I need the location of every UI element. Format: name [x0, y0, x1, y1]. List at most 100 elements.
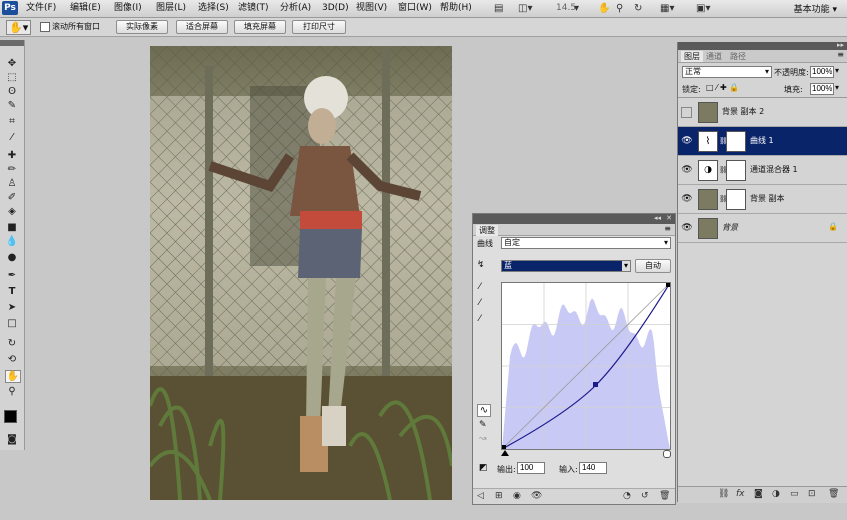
menu-window[interactable]: 窗口(W) — [398, 2, 432, 15]
pen-tool-icon[interactable]: ✒ — [5, 270, 19, 281]
zoom-tool-icon[interactable]: ⚲ — [5, 386, 19, 397]
visibility-eye-icon[interactable]: 👁 — [681, 136, 693, 146]
print-size-button[interactable]: 打印尺寸 — [292, 20, 346, 34]
link-layers-icon[interactable]: ⛓ — [718, 489, 729, 499]
chevron-down-icon[interactable]: ▾ — [574, 2, 579, 15]
blend-mode-select[interactable]: 正常 ▾ — [682, 66, 772, 78]
auto-button[interactable]: 自动 — [635, 259, 671, 273]
menu-layer[interactable]: 图层(L) — [156, 2, 186, 15]
tool-preset-picker[interactable]: ✋▾ — [6, 20, 32, 35]
menu-file[interactable]: 文件(F) — [26, 2, 56, 15]
visibility-eye-icon[interactable]: 👁 — [681, 165, 693, 175]
gradient-tool-icon[interactable]: ■ — [5, 222, 19, 233]
layer-row[interactable]: 👁 ⛓ 背景 副本 — [678, 185, 847, 214]
delete-icon[interactable]: 🗑 — [659, 491, 670, 501]
history-brush-icon[interactable]: ✐ — [5, 192, 19, 203]
white-input-slider[interactable] — [663, 450, 671, 458]
rotate-view-icon[interactable]: ↻ — [634, 2, 642, 15]
scroll-all-windows-checkbox[interactable] — [40, 22, 50, 32]
menu-3d[interactable]: 3D(D) — [322, 2, 349, 15]
marquee-tool-icon[interactable]: ⬚ — [5, 72, 19, 83]
lasso-tool-icon[interactable]: ʘ — [5, 86, 19, 97]
tab-layers[interactable]: 图层 — [681, 51, 703, 62]
lock-icons[interactable]: □ ⁄ ✚ 🔒 — [706, 83, 739, 92]
crop-tool-icon[interactable]: ⌗ — [5, 116, 19, 127]
path-select-icon[interactable]: ➤ — [5, 302, 19, 313]
channel-select[interactable]: 蓝 ▾ — [501, 260, 631, 272]
panel-menu-icon[interactable]: ≡ — [837, 50, 844, 59]
quick-select-icon[interactable]: ✎ — [5, 100, 19, 111]
fit-screen-button[interactable]: 适合屏幕 — [176, 20, 228, 34]
hand-tool-icon[interactable]: ✋ — [5, 370, 21, 383]
visibility-eye-icon[interactable]: 👁 — [681, 223, 693, 233]
preset-select[interactable]: 自定 ▾ — [501, 237, 671, 249]
menu-help[interactable]: 帮助(H) — [440, 2, 472, 15]
bridge-icon[interactable]: ▤ — [494, 2, 503, 15]
dodge-tool-icon[interactable]: ● — [5, 252, 19, 263]
new-adjustment-icon[interactable]: ◑ — [772, 489, 780, 499]
menu-analysis[interactable]: 分析(A) — [280, 2, 311, 15]
gray-point-eyedropper-icon[interactable]: ⁄ — [479, 298, 481, 308]
pencil-draw-icon[interactable]: ✎ — [479, 420, 487, 430]
workspace-switcher[interactable]: 基本功能 ▾ — [794, 2, 837, 15]
document-canvas[interactable] — [150, 46, 452, 500]
back-arrow-icon[interactable]: ◁ — [477, 491, 484, 501]
eraser-tool-icon[interactable]: ◈ — [5, 206, 19, 217]
3d-rotate-icon[interactable]: ↻ — [5, 338, 19, 349]
tab-paths[interactable]: 路径 — [730, 51, 746, 62]
fill-screen-button[interactable]: 填充屏幕 — [234, 20, 286, 34]
brush-tool-icon[interactable]: ✏ — [5, 164, 19, 175]
blur-tool-icon[interactable]: 💧 — [5, 236, 19, 247]
targeted-adjust-icon[interactable]: ↯ — [477, 260, 485, 270]
menu-select[interactable]: 选择(S) — [198, 2, 229, 15]
move-tool-icon[interactable]: ✥ — [5, 58, 19, 69]
menu-image[interactable]: 图像(I) — [114, 2, 142, 15]
fill-field[interactable] — [810, 83, 834, 95]
layer-style-icon[interactable]: fx — [736, 489, 745, 499]
new-layer-icon[interactable]: ⊡ — [808, 489, 816, 499]
close-icon[interactable]: ✕ — [666, 214, 672, 222]
opacity-field[interactable] — [810, 66, 834, 78]
previous-state-icon[interactable]: ◔ — [623, 491, 631, 501]
healing-brush-icon[interactable]: ✚ — [5, 150, 19, 161]
clip-layer-icon[interactable]: ◉ — [513, 491, 521, 501]
collapse-icon[interactable]: ◂◂ — [654, 214, 661, 222]
tab-adjustments[interactable]: 调整 — [476, 225, 498, 236]
menu-view[interactable]: 视图(V) — [356, 2, 387, 15]
curves-graph[interactable] — [501, 282, 671, 450]
black-input-slider[interactable] — [501, 450, 509, 456]
panel-menu-icon[interactable]: ≡ — [664, 224, 671, 233]
toolbox-titlebar[interactable] — [0, 40, 24, 46]
menu-filter[interactable]: 滤镜(T) — [238, 2, 269, 15]
shape-tool-icon[interactable]: □ — [5, 318, 19, 329]
chevron-down-icon[interactable]: ▾ — [835, 83, 839, 92]
layers-titlebar[interactable]: ▸▸ — [678, 41, 847, 50]
curve-edit-points-icon[interactable]: ∿ — [477, 404, 491, 417]
view-extras-icon[interactable]: ◫▾ — [518, 2, 532, 15]
actual-pixels-button[interactable]: 实际像素 — [116, 20, 168, 34]
new-group-icon[interactable]: ▭ — [790, 489, 799, 499]
layer-row[interactable]: 👁 背景 🔒 — [678, 214, 847, 243]
screen-mode-icon[interactable]: ▣▾ — [696, 2, 710, 15]
eyedropper-tool-icon[interactable]: ⁄ — [5, 132, 19, 143]
tab-channels[interactable]: 通道 — [706, 51, 722, 62]
layer-row[interactable]: 👁 ◑ ⛓ 通道混合器 1 — [678, 156, 847, 185]
white-point-eyedropper-icon[interactable]: ⁄ — [479, 314, 481, 324]
layer-row[interactable]: 背景 副本 2 — [678, 98, 847, 127]
foreground-color-swatch[interactable] — [4, 410, 17, 423]
input-field[interactable] — [579, 462, 607, 474]
visibility-toggle[interactable] — [681, 107, 692, 118]
quick-mask-icon[interactable]: ◙ — [5, 434, 19, 445]
clipping-icon[interactable]: ◩ — [479, 463, 488, 473]
zoom-tool-icon[interactable]: ⚲ — [616, 2, 623, 15]
visibility-eye-icon[interactable]: 👁 — [531, 491, 542, 501]
chevron-down-icon[interactable]: ▾ — [835, 66, 839, 75]
visibility-eye-icon[interactable]: 👁 — [681, 194, 693, 204]
collapse-icon[interactable]: ▸▸ — [837, 41, 844, 49]
output-field[interactable] — [517, 462, 545, 474]
layer-row-selected[interactable]: 👁 ⌇ ⛓ 曲线 1 — [678, 127, 847, 156]
adjustments-titlebar[interactable]: ◂◂ ✕ — [473, 214, 675, 224]
add-mask-icon[interactable]: ◙ — [754, 489, 763, 499]
smooth-curve-icon[interactable]: ↝ — [479, 434, 487, 444]
expanded-view-icon[interactable]: ⊞ — [495, 491, 503, 501]
